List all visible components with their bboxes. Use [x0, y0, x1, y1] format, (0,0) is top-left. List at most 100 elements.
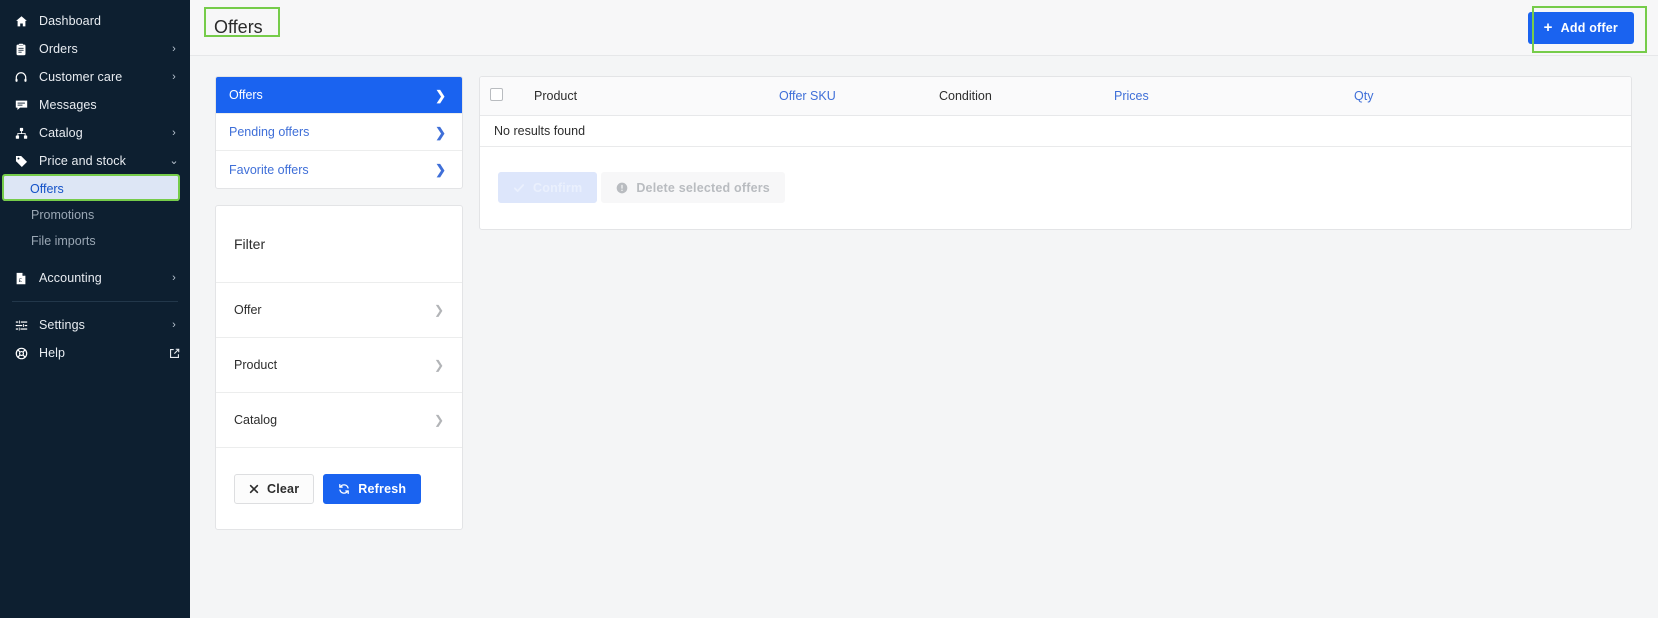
filter-section-catalog[interactable]: Catalog ❯ [216, 393, 462, 448]
external-link-icon [168, 348, 180, 359]
app-root: Dashboard Orders › Customer care › Messa… [0, 0, 1658, 618]
tag-icon [12, 153, 30, 169]
sidebar-item-promotions[interactable]: Promotions [0, 202, 190, 228]
sidebar-item-label: Dashboard [39, 14, 102, 28]
filter-section-product[interactable]: Product ❯ [216, 338, 462, 393]
column-header-actions [1545, 77, 1631, 116]
sidebar-item-label: Catalog [39, 126, 83, 140]
navcard-item-offers[interactable]: Offers ❯ [216, 77, 462, 114]
sidebar-item-label: Settings [39, 318, 85, 332]
offers-nav-card: Offers ❯ Pending offers ❯ Favorite offer… [215, 76, 463, 189]
main-sidebar: Dashboard Orders › Customer care › Messa… [0, 0, 190, 618]
navcard-item-label: Pending offers [229, 125, 310, 139]
empty-message: No results found [480, 115, 1631, 147]
refresh-icon [338, 483, 350, 495]
sidebar-divider [12, 301, 178, 302]
left-column: Offers ❯ Pending offers ❯ Favorite offer… [215, 76, 463, 530]
table-bulk-actions: Confirm Delete selected offers [480, 147, 1631, 229]
delete-selected-offers-label: Delete selected offers [636, 180, 770, 195]
check-icon [513, 182, 525, 194]
sidebar-subitem-label: File imports [31, 234, 96, 248]
table-header-row: Product Offer SKU Condition Prices Qty [480, 77, 1631, 116]
sidebar-item-accounting[interactable]: £ Accounting › [0, 264, 190, 292]
chevron-right-icon: ❯ [435, 124, 446, 140]
sidebar-item-catalog[interactable]: Catalog › [0, 119, 190, 147]
chevron-right-icon: ❯ [435, 162, 446, 177]
chevron-right-icon: ❯ [433, 413, 444, 427]
column-header-offer-sku[interactable]: Offer SKU [769, 77, 929, 116]
add-offer-button-label: Add offer [1560, 20, 1618, 35]
home-icon [12, 13, 30, 29]
filter-panel-title: Filter [216, 206, 462, 283]
chevron-right-icon: ❯ [435, 87, 446, 103]
lifebuoy-icon [12, 345, 30, 361]
refresh-button[interactable]: Refresh [323, 473, 422, 504]
filter-section-offer[interactable]: Offer ❯ [216, 283, 462, 338]
filter-section-label: Offer [234, 303, 262, 317]
sidebar-item-messages[interactable]: Messages [0, 91, 190, 119]
sidebar-item-label: Orders [39, 42, 78, 56]
refresh-label: Refresh [358, 481, 407, 496]
plus-icon: + [1543, 19, 1553, 36]
delete-selected-offers-button[interactable]: Delete selected offers [601, 172, 785, 203]
clear-filters-label: Clear [267, 481, 300, 496]
sidebar-item-file-imports[interactable]: File imports [0, 228, 190, 254]
clipboard-icon [12, 41, 30, 57]
chevron-right-icon: › [172, 271, 176, 284]
info-icon [616, 182, 628, 194]
chevron-right-icon: › [172, 42, 176, 55]
table-empty-row: No results found [480, 115, 1631, 147]
chevron-right-icon: ❯ [433, 303, 444, 317]
table-header: Product Offer SKU Condition Prices Qty [480, 77, 1631, 116]
sliders-icon [12, 317, 30, 333]
sidebar-item-label: Price and stock [39, 154, 126, 168]
sidebar-item-label: Accounting [39, 271, 102, 285]
sidebar-item-dashboard[interactable]: Dashboard [0, 7, 190, 35]
chevron-right-icon: ❯ [433, 358, 444, 372]
content-area: Offers ❯ Pending offers ❯ Favorite offer… [190, 56, 1658, 530]
sidebar-subitem-label: Offers [30, 181, 64, 196]
confirm-button-label: Confirm [533, 180, 583, 195]
main-area: Offers + Add offer Offers ❯ Pending offe… [190, 0, 1658, 618]
navcard-item-label: Offers [229, 88, 263, 102]
filter-section-label: Product [234, 358, 278, 372]
sitemap-icon [12, 125, 30, 141]
offers-table: Product Offer SKU Condition Prices Qty N… [480, 77, 1631, 147]
table-body: No results found [480, 115, 1631, 147]
add-offer-button[interactable]: + Add offer [1527, 11, 1634, 44]
clear-filters-button[interactable]: Clear [234, 473, 315, 504]
headset-icon [12, 69, 30, 85]
sidebar-item-customer-care[interactable]: Customer care › [0, 63, 190, 91]
select-all-checkbox[interactable] [490, 87, 503, 101]
filter-actions: Clear Refresh [216, 448, 462, 529]
sidebar-item-label: Messages [39, 98, 97, 112]
page-header: Offers + Add offer [190, 0, 1658, 56]
sidebar-item-label: Customer care [39, 70, 123, 84]
column-header-qty[interactable]: Qty [1344, 77, 1545, 116]
sidebar-subitem-label: Promotions [31, 208, 95, 222]
navcard-item-pending-offers[interactable]: Pending offers ❯ [216, 114, 462, 151]
column-header-product: Product [524, 77, 769, 116]
close-icon [249, 484, 259, 494]
sidebar-item-help[interactable]: Help [0, 339, 190, 367]
sidebar-item-price-and-stock[interactable]: Price and stock ⌄ [0, 147, 190, 175]
column-header-prices[interactable]: Prices [1104, 77, 1344, 116]
select-all-header [480, 77, 524, 116]
chevron-right-icon: › [172, 318, 176, 331]
sidebar-item-offers[interactable]: Offers [3, 176, 179, 201]
invoice-icon: £ [12, 270, 30, 286]
filter-panel: Filter Offer ❯ Product ❯ Catalog ❯ Clear… [215, 205, 463, 530]
chevron-down-icon: ⌄ [169, 154, 179, 167]
sidebar-item-orders[interactable]: Orders › [0, 35, 190, 63]
page-title: Offers [214, 16, 263, 37]
chevron-right-icon: › [172, 70, 176, 83]
confirm-button[interactable]: Confirm [498, 172, 598, 203]
sidebar-item-settings[interactable]: Settings › [0, 311, 190, 339]
chevron-right-icon: › [172, 126, 176, 139]
message-icon [12, 97, 30, 113]
navcard-item-favorite-offers[interactable]: Favorite offers ❯ [216, 151, 462, 188]
filter-section-label: Catalog [234, 413, 278, 427]
navcard-item-label: Favorite offers [229, 162, 309, 177]
sidebar-item-label: Help [39, 346, 66, 360]
